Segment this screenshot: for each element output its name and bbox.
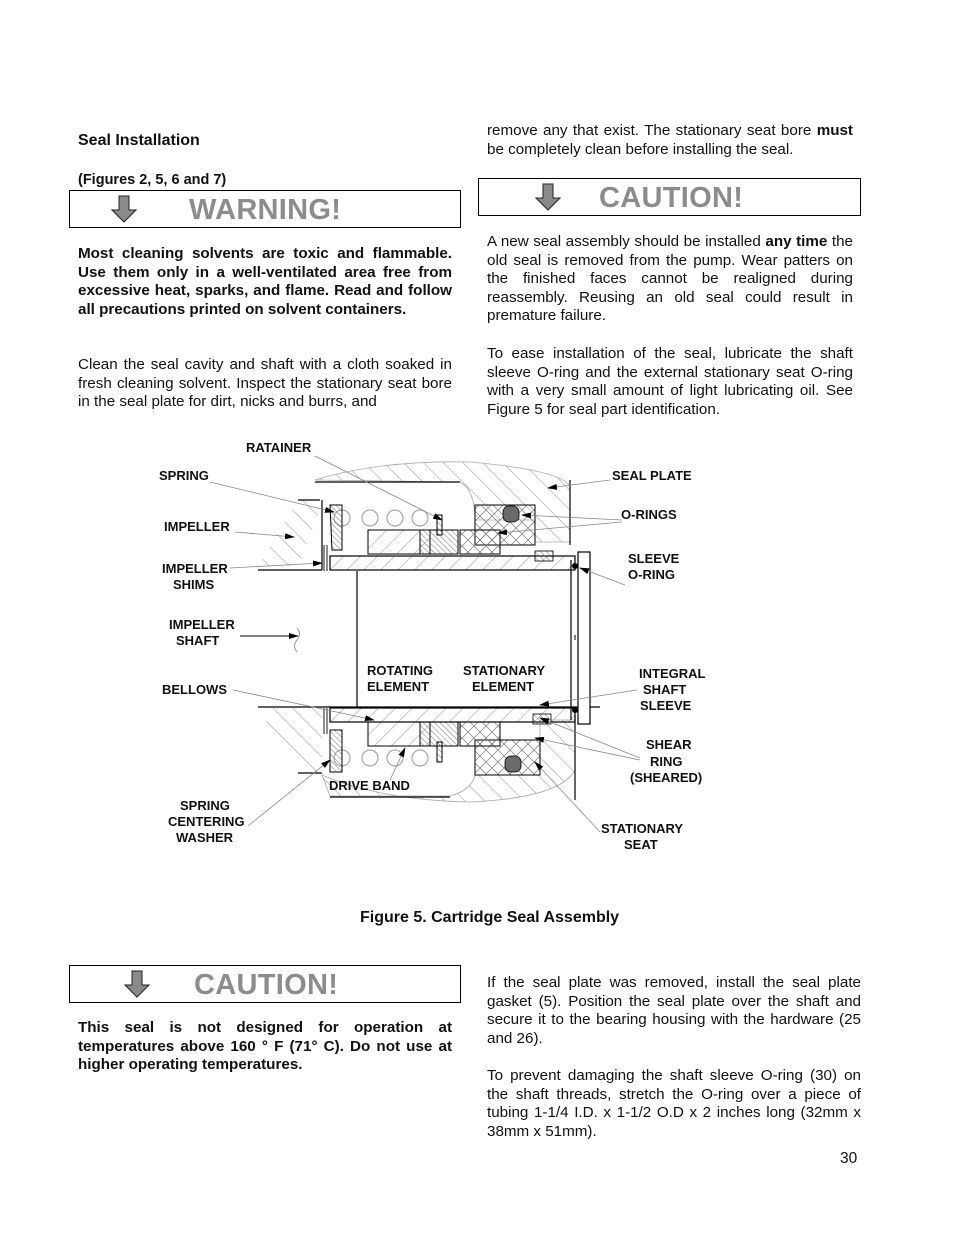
down-arrow-icon	[535, 183, 561, 211]
warning-text-block: Most cleaning solvents are toxic and fla…	[78, 245, 452, 319]
clean-text-block: Clean the seal cavity and shaft with a c…	[78, 356, 452, 412]
caution-label: CAUTION!	[599, 182, 744, 214]
label-integral-3: SLEEVE	[640, 698, 692, 713]
figure-labels: RATAINER SPRING IMPELLER IMPELLER SHIMS …	[159, 440, 706, 852]
new-seal-text-part: A new seal assembly should be installed	[487, 233, 766, 250]
caution-label: CAUTION!	[194, 969, 339, 1001]
clean-text: Clean the seal cavity and shaft with a c…	[78, 356, 452, 411]
figures-reference-text: (Figures 2, 5, 6 and 7)	[78, 172, 227, 188]
label-shear-3: (SHEARED)	[630, 770, 702, 785]
lubricate-text: To ease installation of the seal, lubric…	[487, 345, 853, 418]
label-spring-washer-2: CENTERING	[168, 814, 245, 829]
page-number: 30	[840, 1150, 858, 1167]
label-ratainer: RATAINER	[246, 440, 312, 455]
label-impeller-shims-1: IMPELLER	[162, 561, 228, 576]
down-arrow-icon	[111, 195, 137, 223]
label-stationary-seat-1: STATIONARY	[601, 821, 683, 836]
seal-plate-text-block: If the seal plate was removed, install t…	[487, 974, 861, 1048]
cartridge-seal-figure: RATAINER SPRING IMPELLER IMPELLER SHIMS …	[159, 440, 706, 852]
oring-text-block: To prevent damaging the shaft sleeve O-r…	[487, 1067, 861, 1141]
figures-reference: (Figures 2, 5, 6 and 7)	[78, 172, 226, 188]
section-title: Seal Installation	[78, 132, 200, 149]
caution-box-bottom: CAUTION!	[69, 965, 461, 1003]
oring-text: To prevent damaging the shaft sleeve O-r…	[487, 1067, 861, 1140]
label-impeller-shims-2: SHIMS	[173, 577, 215, 592]
continued-text-emphasis: must	[816, 122, 853, 139]
label-integral-2: SHAFT	[643, 682, 686, 697]
label-impeller-shaft-2: SHAFT	[176, 633, 219, 648]
label-shear-2: RING	[650, 754, 683, 769]
label-sleeve-oring-1: SLEEVE	[628, 551, 680, 566]
warning-label: WARNING!	[189, 194, 342, 226]
section-title-block: Seal Installation	[78, 132, 200, 150]
label-bellows: BELLOWS	[162, 682, 227, 697]
label-impeller-shaft-1: IMPELLER	[169, 617, 235, 632]
label-spring: SPRING	[159, 468, 209, 483]
label-stationary-element-1: STATIONARY	[463, 663, 545, 678]
caution-box-top: CAUTION!	[478, 178, 861, 216]
figure-caption: Figure 5. Cartridge Seal Assembly	[360, 909, 620, 926]
continued-text-part: remove any that exist. The stationary se…	[487, 122, 817, 139]
new-seal-text-emphasis: any time	[765, 233, 828, 250]
label-drive-band: DRIVE BAND	[329, 778, 410, 793]
new-seal-text-block: A new seal assembly should be installed …	[487, 233, 853, 326]
label-spring-washer-1: SPRING	[180, 798, 230, 813]
label-stationary-seat-2: SEAT	[624, 837, 658, 852]
label-sleeve-oring-2: O-RING	[628, 567, 675, 582]
continued-text: remove any that exist. The stationary se…	[487, 122, 853, 159]
label-spring-washer-3: WASHER	[176, 830, 234, 845]
continued-text-part: be completely clean before installing th…	[487, 140, 794, 158]
seal-plate-text: If the seal plate was removed, install t…	[487, 974, 861, 1047]
label-seal-plate: SEAL PLATE	[612, 468, 692, 483]
warning-text: Most cleaning solvents are toxic and fla…	[78, 245, 452, 318]
label-o-rings: O-RINGS	[621, 507, 677, 522]
down-arrow-icon	[124, 970, 150, 998]
new-seal-text: A new seal assembly should be installed …	[487, 233, 853, 326]
label-integral-1: INTEGRAL	[639, 666, 706, 681]
temperature-text: This seal is not designed for operation …	[78, 1019, 452, 1074]
warning-box: WARNING!	[69, 190, 461, 228]
impeller-shaft	[294, 551, 591, 725]
lubricate-text-block: To ease installation of the seal, lubric…	[487, 345, 853, 419]
label-stationary-element-2: ELEMENT	[472, 679, 534, 694]
label-rotating-1: ROTATING	[367, 663, 433, 678]
label-impeller: IMPELLER	[164, 519, 230, 534]
continued-text-block: remove any that exist. The stationary se…	[487, 122, 853, 159]
temperature-text-block: This seal is not designed for operation …	[78, 1019, 452, 1075]
label-rotating-2: ELEMENT	[367, 679, 429, 694]
impeller-shims	[323, 545, 328, 734]
label-shear-1: SHEAR	[646, 737, 692, 752]
